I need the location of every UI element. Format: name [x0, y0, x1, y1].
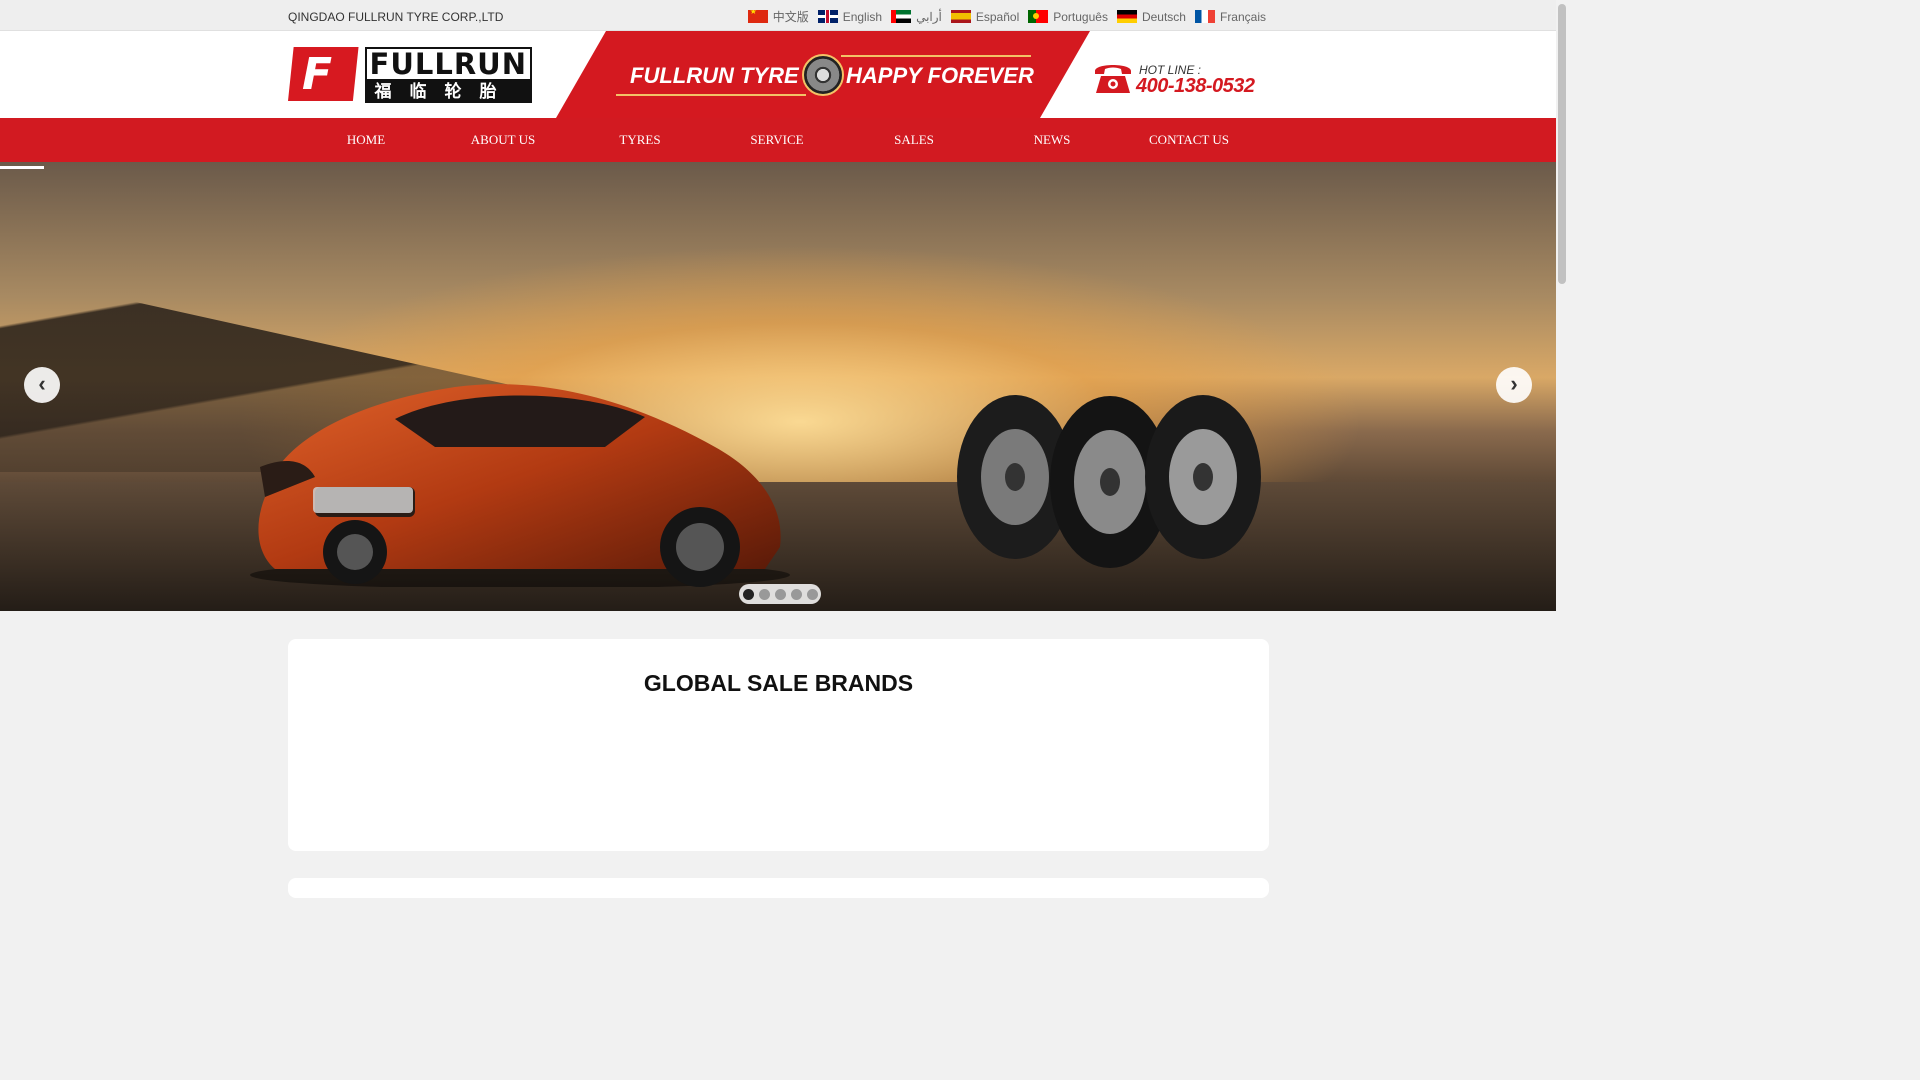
nav-tyres[interactable]: TYRES	[619, 118, 660, 162]
sports-car-image	[250, 384, 790, 587]
top-bar: QINGDAO FULLRUN TYRE CORP.,LTD 中文版 Engli…	[0, 0, 1556, 31]
page: QINGDAO FULLRUN TYRE CORP.,LTD 中文版 Engli…	[0, 0, 1556, 898]
tyres-product-image	[957, 395, 1261, 568]
slider-dot-4[interactable]	[790, 588, 802, 600]
logo-wordmark: FULLRUN 福临轮胎	[364, 47, 532, 103]
slide-progress-bar	[0, 166, 44, 169]
lang-portuguese[interactable]: Português	[1028, 10, 1108, 24]
slogan-underline	[616, 94, 806, 96]
slogan-banner: FULLRUN TYRE HAPPY FOREVER	[556, 31, 1090, 118]
lang-label: English	[842, 9, 883, 24]
logo-chinese: 福临轮胎	[364, 81, 532, 103]
lang-label: Deutsch	[1141, 9, 1186, 24]
phone-icon	[1095, 65, 1131, 93]
next-section	[288, 878, 1269, 898]
main-nav: HOME ABOUT US TYRES SERVICE SALES NEWS C…	[0, 118, 1556, 162]
slider-next-button[interactable]: ›	[1496, 367, 1532, 403]
site-header: F FULLRUN 福临轮胎 FULLRUN TYRE HAPPY FOREVE…	[0, 31, 1556, 118]
company-name: QINGDAO FULLRUN TYRE CORP.,LTD	[288, 10, 504, 24]
slider-dot-1[interactable]	[742, 588, 754, 600]
slogan-left: FULLRUN TYRE	[630, 63, 799, 88]
logo-english: FULLRUN	[364, 47, 532, 81]
slider-dot-2[interactable]	[758, 588, 770, 600]
slider-dot-3[interactable]	[774, 588, 786, 600]
nav-about-us[interactable]: ABOUT US	[471, 118, 535, 162]
language-switcher: 中文版 English أرابي Español Português Deut…	[747, 8, 1266, 25]
wheel-icon	[802, 54, 844, 96]
lang-label: 中文版	[772, 10, 809, 24]
lang-english[interactable]: English	[817, 9, 883, 24]
section-title: GLOBAL SALE BRANDS	[643, 670, 914, 696]
lang-chinese[interactable]: 中文版	[747, 8, 809, 25]
scrollbar-thumb[interactable]	[1558, 4, 1566, 284]
cn-flag-icon	[747, 10, 768, 23]
page-scrollbar[interactable]	[1556, 0, 1568, 882]
lang-french[interactable]: Français	[1194, 9, 1266, 24]
lang-label: Español	[975, 9, 1020, 24]
global-brands-section: GLOBAL SALE BRANDS	[288, 639, 1269, 851]
ae-flag-icon	[891, 10, 912, 23]
es-flag-icon	[950, 10, 971, 23]
chevron-left-icon: ‹	[38, 371, 46, 396]
hero-slider: ‹ ›	[0, 162, 1556, 611]
lang-arabic[interactable]: أرابي	[891, 10, 942, 24]
hotline: HOT LINE : 400-138-0532	[1092, 57, 1262, 97]
chevron-right-icon: ›	[1510, 371, 1518, 396]
pt-flag-icon	[1028, 10, 1049, 23]
nav-service[interactable]: SERVICE	[750, 118, 803, 162]
nav-sales[interactable]: SALES	[894, 118, 934, 162]
slider-pagination	[739, 584, 821, 604]
slider-prev-button[interactable]: ‹	[24, 367, 60, 403]
lang-german[interactable]: Deutsch	[1116, 9, 1186, 24]
slogan-right: HAPPY FOREVER	[846, 63, 1034, 88]
nav-contact-us[interactable]: CONTACT US	[1149, 118, 1229, 162]
gb-flag-icon	[817, 10, 838, 23]
lang-spanish[interactable]: Español	[950, 9, 1020, 24]
lang-label: Français	[1219, 9, 1266, 24]
slider-dot-5[interactable]	[806, 588, 818, 600]
de-flag-icon	[1116, 10, 1137, 23]
nav-home[interactable]: HOME	[347, 118, 385, 162]
fr-flag-icon	[1194, 10, 1215, 23]
lang-label: Português	[1053, 9, 1108, 24]
slogan-overline	[841, 55, 1031, 57]
logo-f-mark-icon: F	[288, 47, 359, 101]
lang-label: أرابي	[916, 9, 942, 24]
hotline-number[interactable]: 400-138-0532	[1136, 75, 1255, 98]
nav-news[interactable]: NEWS	[1034, 118, 1071, 162]
site-logo[interactable]: F FULLRUN 福临轮胎	[288, 47, 532, 103]
